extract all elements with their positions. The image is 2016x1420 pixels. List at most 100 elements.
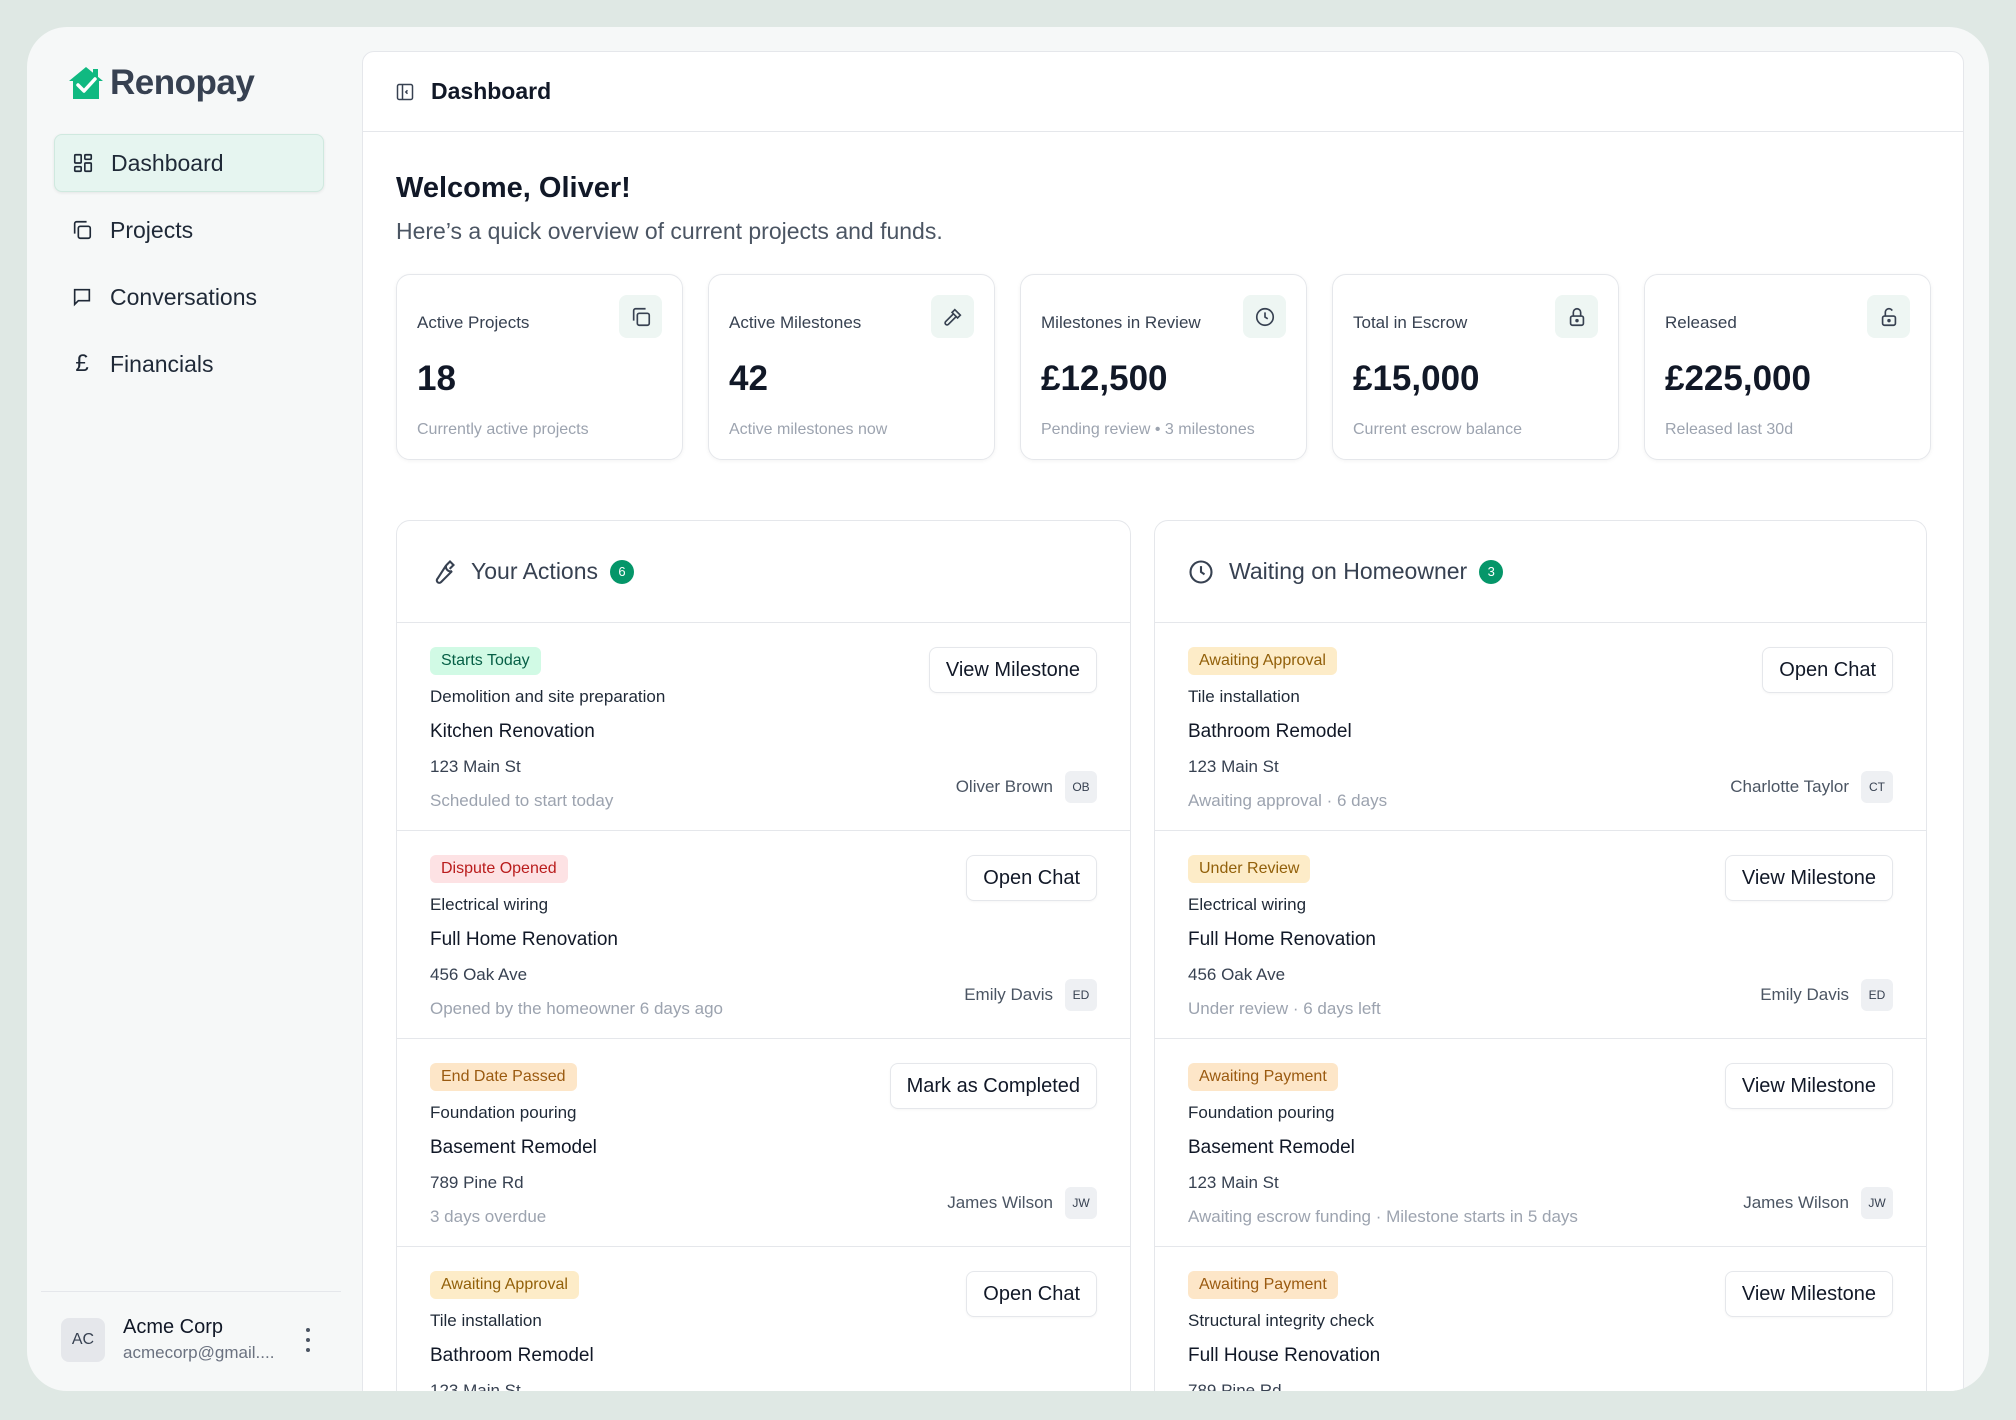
sidebar-item-label: Conversations: [110, 283, 258, 310]
open-chat-button[interactable]: Open Chat: [1762, 647, 1893, 693]
sidebar: Renopay Dashboard Projects Conversations: [27, 27, 365, 1391]
your-actions-panel: Your Actions 6 Starts Today Demolition a…: [396, 520, 1131, 1391]
homeowner-name: James Wilson: [1743, 1193, 1849, 1212]
sidebar-item-dashboard[interactable]: Dashboard: [54, 134, 324, 192]
sidebar-item-financials[interactable]: £ Financials: [54, 335, 324, 393]
count-badge: 6: [610, 559, 635, 584]
view-milestone-button[interactable]: View Milestone: [928, 647, 1097, 693]
homeowner: Emily Davis ED: [1760, 979, 1893, 1011]
project-name: Full Home Renovation: [1188, 929, 1376, 950]
stat-card-total-in-escrow[interactable]: Total in Escrow £15,000 Current escrow b…: [1332, 274, 1619, 460]
list-item: Starts Today Demolition and site prepara…: [397, 623, 1130, 831]
stats-row: Active Projects 18 Currently active proj…: [396, 274, 1931, 460]
list-item: Awaiting Payment Foundation pouring Base…: [1155, 1039, 1926, 1247]
homeowner: James Wilson JW: [1743, 1187, 1893, 1219]
grid-icon: [71, 151, 95, 175]
list-item: Dispute Opened Electrical wiring Full Ho…: [397, 831, 1130, 1039]
user-email: acmecorp@gmail....: [123, 1343, 275, 1362]
avatar: CT: [1861, 771, 1893, 803]
stat-subtext: Released last 30d: [1665, 421, 1794, 438]
clock-icon: [1189, 559, 1213, 584]
stat-value: £12,500: [1041, 359, 1168, 398]
more-options-icon[interactable]: [303, 1327, 313, 1352]
stat-value: 42: [729, 359, 768, 398]
avatar: JW: [1861, 1187, 1893, 1219]
hammer-icon: [931, 295, 974, 338]
homeowner-name: Emily Davis: [1760, 985, 1849, 1004]
assignee: Emily Davis ED: [964, 979, 1097, 1011]
list-item: Under Review Electrical wiring Full Home…: [1155, 831, 1926, 1039]
stat-card-milestones-in-review[interactable]: Milestones in Review £12,500 Pending rev…: [1020, 274, 1307, 460]
stat-card-active-projects[interactable]: Active Projects 18 Currently active proj…: [396, 274, 683, 460]
stat-subtext: Pending review • 3 milestones: [1041, 421, 1255, 438]
assignee-name: Emily Davis: [964, 985, 1053, 1004]
list-item: End Date Passed Foundation pouring Basem…: [397, 1039, 1130, 1247]
stat-value: £15,000: [1353, 359, 1480, 398]
assignee-name: James Wilson: [947, 1193, 1053, 1212]
panel-title: Waiting on Homeowner: [1229, 558, 1468, 584]
avatar: ED: [1861, 979, 1893, 1011]
panel-title: Your Actions: [471, 558, 599, 584]
status-badge: Awaiting Approval: [1188, 647, 1337, 675]
project-name: Basement Remodel: [430, 1137, 597, 1158]
list-item: Awaiting Approval Tile installation Bath…: [397, 1247, 1130, 1391]
status-badge: Starts Today: [430, 647, 541, 675]
stat-value: £225,000: [1665, 359, 1811, 398]
count-badge: 3: [1479, 559, 1504, 584]
homeowner: Charlotte Taylor CT: [1730, 771, 1893, 803]
stat-subtext: Active milestones now: [729, 421, 888, 438]
assignee: Oliver Brown OB: [956, 771, 1097, 803]
user-menu[interactable]: AC Acme Corp acmecorp@gmail....: [41, 1291, 341, 1363]
stat-card-active-milestones[interactable]: Active Milestones 42 Active milestones n…: [708, 274, 995, 460]
sidebar-item-label: Dashboard: [111, 149, 224, 176]
avatar: AC: [61, 1317, 105, 1362]
homeowner-name: Charlotte Taylor: [1730, 777, 1849, 796]
main-content: Dashboard Welcome, Oliver! Here’s a quic…: [362, 51, 1964, 1391]
view-milestone-button[interactable]: View Milestone: [1724, 855, 1893, 901]
project-name: Basement Remodel: [1188, 1137, 1355, 1158]
view-milestone-button[interactable]: View Milestone: [1724, 1271, 1893, 1317]
stat-subtext: Currently active projects: [417, 421, 589, 438]
status-badge: Awaiting Payment: [1188, 1271, 1338, 1299]
sidebar-item-conversations[interactable]: Conversations: [54, 268, 324, 326]
list-item: Awaiting Approval Tile installation Bath…: [1155, 623, 1926, 831]
assignee: James Wilson JW: [947, 1187, 1097, 1219]
project-name: Bathroom Remodel: [1188, 721, 1352, 742]
status-badge: Awaiting Payment: [1188, 1063, 1338, 1091]
welcome-title: Welcome, Oliver!: [396, 172, 631, 204]
sidebar-item-label: Projects: [110, 216, 194, 243]
waiting-on-homeowner-panel: Waiting on Homeowner 3 Awaiting Approval…: [1154, 520, 1927, 1391]
app-window: Renopay Dashboard Projects Conversations: [27, 27, 1989, 1391]
mark-as-completed-button[interactable]: Mark as Completed: [889, 1063, 1097, 1109]
assignee-name: Oliver Brown: [955, 777, 1053, 796]
avatar: JW: [1065, 1187, 1097, 1219]
stat-value: 18: [417, 359, 456, 398]
page-title: Dashboard: [431, 78, 552, 104]
brand-logo[interactable]: Renopay: [67, 63, 255, 103]
open-chat-button[interactable]: Open Chat: [966, 855, 1097, 901]
avatar: OB: [1065, 771, 1097, 803]
user-name: Acme Corp: [123, 1316, 224, 1338]
unlock-icon: [1867, 295, 1910, 338]
project-address: 123 Main St: [430, 1381, 521, 1391]
view-milestone-button[interactable]: View Milestone: [1724, 1063, 1893, 1109]
lock-icon: [1555, 295, 1598, 338]
sidebar-item-label: Financials: [110, 350, 214, 377]
clock-icon: [1243, 295, 1286, 338]
sidebar-toggle-icon[interactable]: [395, 82, 415, 102]
project-name: Kitchen Renovation: [430, 721, 595, 742]
stat-card-released[interactable]: Released £225,000 Released last 30d: [1644, 274, 1931, 460]
stat-subtext: Current escrow balance: [1353, 421, 1522, 438]
list-item: Awaiting Payment Structural integrity ch…: [1155, 1247, 1926, 1391]
status-badge: Awaiting Approval: [430, 1271, 579, 1299]
panel-header: Waiting on Homeowner 3: [1155, 521, 1926, 623]
open-chat-button[interactable]: Open Chat: [966, 1271, 1097, 1317]
sidebar-nav: Dashboard Projects Conversations £ Finan…: [54, 134, 324, 402]
status-badge: End Date Passed: [430, 1063, 577, 1091]
wrench-icon: [435, 559, 455, 584]
status-badge: Under Review: [1188, 855, 1311, 883]
project-name: Full House Renovation: [1188, 1345, 1381, 1366]
status-badge: Dispute Opened: [430, 855, 568, 883]
project-address: 789 Pine Rd: [1188, 1381, 1282, 1391]
sidebar-item-projects[interactable]: Projects: [54, 201, 324, 259]
